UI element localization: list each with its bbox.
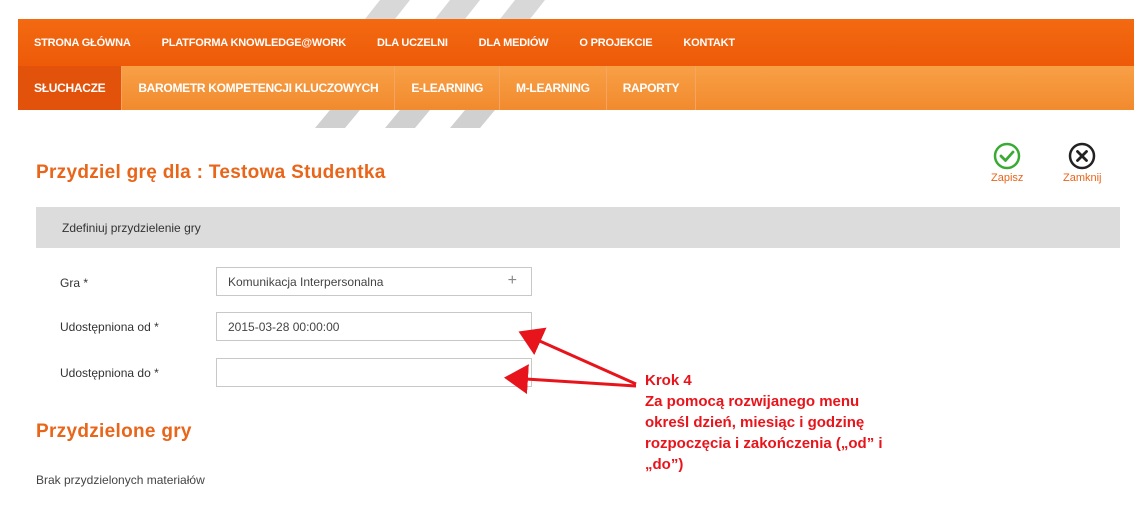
save-button[interactable]: Zapisz bbox=[991, 141, 1023, 184]
subnav-filler bbox=[696, 66, 1134, 110]
nav-about[interactable]: O PROJEKCIE bbox=[579, 37, 652, 49]
check-circle-icon bbox=[993, 142, 1021, 170]
nav-home[interactable]: STRONA GŁÓWNA bbox=[34, 37, 131, 49]
annotation-line: określ dzień, miesiąc i godzinę bbox=[645, 414, 865, 431]
tab-students[interactable]: SŁUCHACZE bbox=[18, 66, 123, 110]
game-value: Komunikacja Interpersonalna bbox=[228, 274, 384, 289]
to-date-input[interactable] bbox=[216, 358, 532, 387]
annotation-step: Krok 4 bbox=[645, 372, 692, 389]
plus-icon[interactable]: + bbox=[508, 272, 517, 290]
page-title: Przydziel grę dla : Testowa Studentka bbox=[36, 162, 386, 183]
to-label: Udostępniona do * bbox=[60, 366, 159, 380]
x-circle-icon bbox=[1069, 142, 1096, 170]
from-date-value: 2015-03-28 00:00:00 bbox=[228, 319, 340, 334]
nav-platform[interactable]: PLATFORMA KNOWLEDGE@WORK bbox=[162, 37, 347, 49]
game-label: Gra * bbox=[60, 276, 89, 290]
annotation-line: rozpoczęcia i zakończenia („od” i bbox=[645, 435, 883, 452]
tab-reports[interactable]: RAPORTY bbox=[607, 66, 697, 110]
top-navigation: STRONA GŁÓWNA PLATFORMA KNOWLEDGE@WORK D… bbox=[18, 19, 1134, 66]
nav-media[interactable]: DLA MEDIÓW bbox=[479, 37, 549, 49]
form-section-header: Zdefiniuj przydzielenie gry bbox=[36, 207, 1120, 248]
save-label: Zapisz bbox=[991, 172, 1024, 184]
no-materials-text: Brak przydzielonych materiałów bbox=[36, 473, 205, 487]
annotation-line: Za pomocą rozwijanego menu bbox=[645, 393, 860, 410]
arrow-to-from-field bbox=[518, 327, 637, 386]
tab-e-learning[interactable]: E-LEARNING bbox=[395, 66, 501, 110]
instruction-annotation: Krok 4 Za pomocą rozwijanego menu określ… bbox=[645, 370, 965, 475]
nav-contact[interactable]: KONTAKT bbox=[683, 37, 735, 49]
from-date-input[interactable]: 2015-03-28 00:00:00 bbox=[216, 312, 532, 341]
tab-m-learning[interactable]: M-LEARNING bbox=[500, 66, 607, 110]
assigned-games-title: Przydzielone gry bbox=[36, 421, 192, 442]
close-label: Zamknij bbox=[1063, 172, 1102, 184]
game-select[interactable]: Komunikacja Interpersonalna + bbox=[216, 267, 532, 296]
tab-competence-barometer[interactable]: BAROMETR KOMPETENCJI KLUCZOWYCH bbox=[122, 66, 396, 110]
nav-universities[interactable]: DLA UCZELNI bbox=[377, 37, 448, 49]
from-label: Udostępniona od * bbox=[60, 320, 159, 334]
form-section-title: Zdefiniuj przydzielenie gry bbox=[62, 220, 201, 235]
close-button[interactable]: Zamknij bbox=[1063, 141, 1102, 184]
sub-navigation: SŁUCHACZE BAROMETR KOMPETENCJI KLUCZOWYC… bbox=[18, 66, 1134, 110]
annotation-line: „do”) bbox=[645, 456, 684, 473]
